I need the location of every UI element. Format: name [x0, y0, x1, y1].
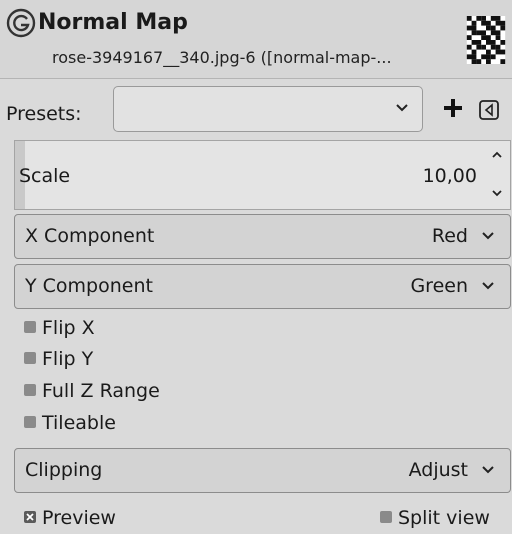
checked-checkbox-icon	[24, 510, 36, 523]
plus-icon	[444, 99, 462, 117]
checkbox-icon	[24, 383, 36, 396]
add-preset-button[interactable]	[440, 95, 466, 121]
preview-label: Preview	[42, 507, 116, 529]
chevron-down-icon	[396, 104, 408, 112]
flip-x-label: Flip X	[42, 317, 95, 339]
dialog-subtitle: rose-3949167__340.jpg-6 ([normal-map-...	[52, 48, 392, 67]
dialog-title: Normal Map	[38, 10, 188, 35]
x-component-value: Red	[431, 225, 468, 247]
scale-label: Scale	[19, 165, 71, 187]
chevron-down-icon	[482, 282, 494, 290]
split-view-label: Split view	[398, 507, 490, 529]
clipping-dropdown[interactable]: Clipping Adjust	[14, 448, 511, 493]
checkbox-icon	[24, 320, 36, 333]
y-component-label: Y Component	[25, 275, 153, 297]
chevron-down-icon[interactable]	[490, 187, 504, 199]
flip-x-checkbox[interactable]: Flip X	[24, 315, 95, 341]
preview-checkbox[interactable]: Preview	[24, 505, 116, 531]
scale-spin-scale[interactable]: Scale 10,00	[14, 140, 511, 210]
full-z-range-checkbox[interactable]: Full Z Range	[24, 378, 160, 404]
flip-y-checkbox[interactable]: Flip Y	[24, 346, 93, 372]
full-z-range-label: Full Z Range	[42, 380, 160, 402]
clipping-value: Adjust	[408, 459, 468, 481]
y-component-value: Green	[410, 275, 468, 297]
x-component-label: X Component	[25, 225, 155, 247]
checkbox-icon	[380, 510, 392, 523]
chevron-down-icon	[482, 466, 494, 474]
clipping-label: Clipping	[25, 459, 103, 481]
checkbox-icon	[24, 415, 36, 428]
y-component-dropdown[interactable]: Y Component Green	[14, 264, 511, 309]
checkbox-icon	[24, 351, 36, 364]
menu-triangle-icon	[479, 100, 499, 120]
presets-dropdown[interactable]	[113, 86, 423, 132]
split-view-checkbox[interactable]: Split view	[380, 505, 490, 531]
gimp-g-icon	[6, 8, 36, 38]
chevron-up-icon[interactable]	[490, 149, 504, 161]
chevron-down-icon	[482, 232, 494, 240]
flip-y-label: Flip Y	[42, 348, 94, 370]
layer-thumbnail	[466, 16, 506, 64]
dialog-header: Normal Map rose-3949167__340.jpg-6 ([nor…	[0, 0, 512, 79]
scale-value[interactable]: 10,00	[423, 165, 477, 187]
tileable-checkbox[interactable]: Tileable	[24, 410, 116, 436]
presets-label: Presets:	[6, 103, 82, 125]
tileable-label: Tileable	[42, 412, 116, 434]
presets-menu-button[interactable]	[478, 99, 500, 121]
x-component-dropdown[interactable]: X Component Red	[14, 214, 511, 259]
